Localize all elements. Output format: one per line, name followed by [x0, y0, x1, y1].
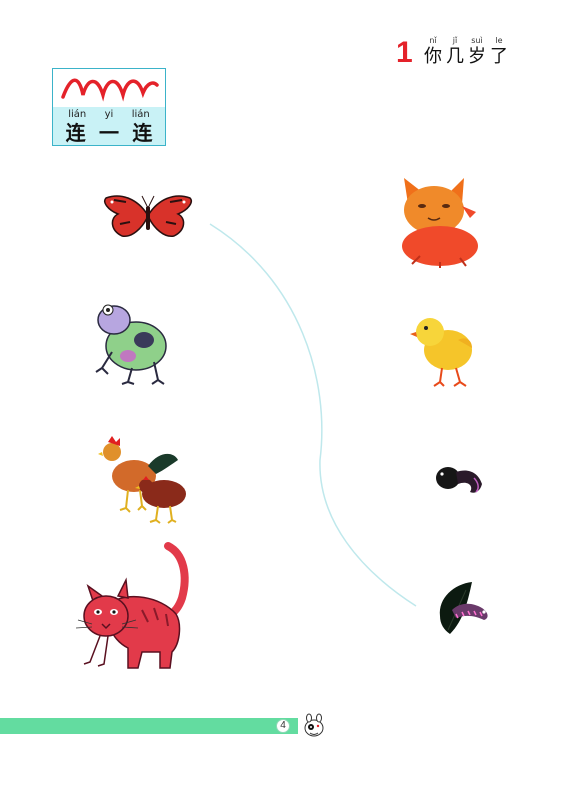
lesson-header: 1 nǐ 你 jǐ 几 suì 岁 le 了: [396, 36, 546, 76]
butterfly-icon[interactable]: [100, 190, 196, 242]
lesson-title-hanzi: 岁: [468, 46, 486, 67]
lesson-title-hanzi: 你: [424, 46, 442, 67]
caterpillar-icon[interactable]: [434, 580, 496, 638]
lesson-number: 1: [396, 36, 413, 69]
lesson-title: nǐ 你 jǐ 几 suì 岁 le 了: [422, 36, 510, 68]
activity-title-box: lián yi lián 连 一 连: [52, 68, 166, 146]
activity-title-pinyin: lián: [131, 109, 150, 120]
lesson-title-hanzi: 了: [490, 46, 508, 67]
activity-title-hanzi: 连: [132, 121, 153, 145]
footer-bar: [0, 718, 298, 734]
kitten-icon[interactable]: [400, 172, 482, 268]
lesson-title-pinyin: jǐ: [452, 36, 458, 45]
lesson-title-pinyin: suì: [471, 36, 483, 45]
lesson-title-char: suì 岁: [466, 36, 488, 68]
chicken-icon[interactable]: [98, 430, 196, 524]
activity-title-pinyin: lián: [68, 109, 87, 120]
chick-icon[interactable]: [408, 310, 480, 388]
activity-title-pinyin: yi: [104, 109, 114, 120]
lesson-title-pinyin: nǐ: [429, 36, 437, 45]
tadpole-icon[interactable]: [434, 462, 486, 496]
cat-icon[interactable]: [72, 540, 196, 672]
wave-line-icon: [61, 78, 159, 102]
mascot-icon: [304, 713, 324, 737]
activity-title-label: lián yi lián 连 一 连: [53, 107, 165, 145]
page-number: 4: [276, 719, 290, 733]
lesson-title-hanzi: 几: [446, 46, 464, 67]
lesson-title-char: jǐ 几: [444, 36, 466, 68]
activity-title-hanzi: 连: [65, 121, 86, 145]
lesson-title-pinyin: le: [495, 36, 503, 45]
lesson-title-char: le 了: [488, 36, 510, 68]
lesson-title-char: nǐ 你: [422, 36, 444, 68]
activity-title-hanzi: 一: [98, 121, 119, 145]
frog-icon[interactable]: [92, 298, 174, 386]
